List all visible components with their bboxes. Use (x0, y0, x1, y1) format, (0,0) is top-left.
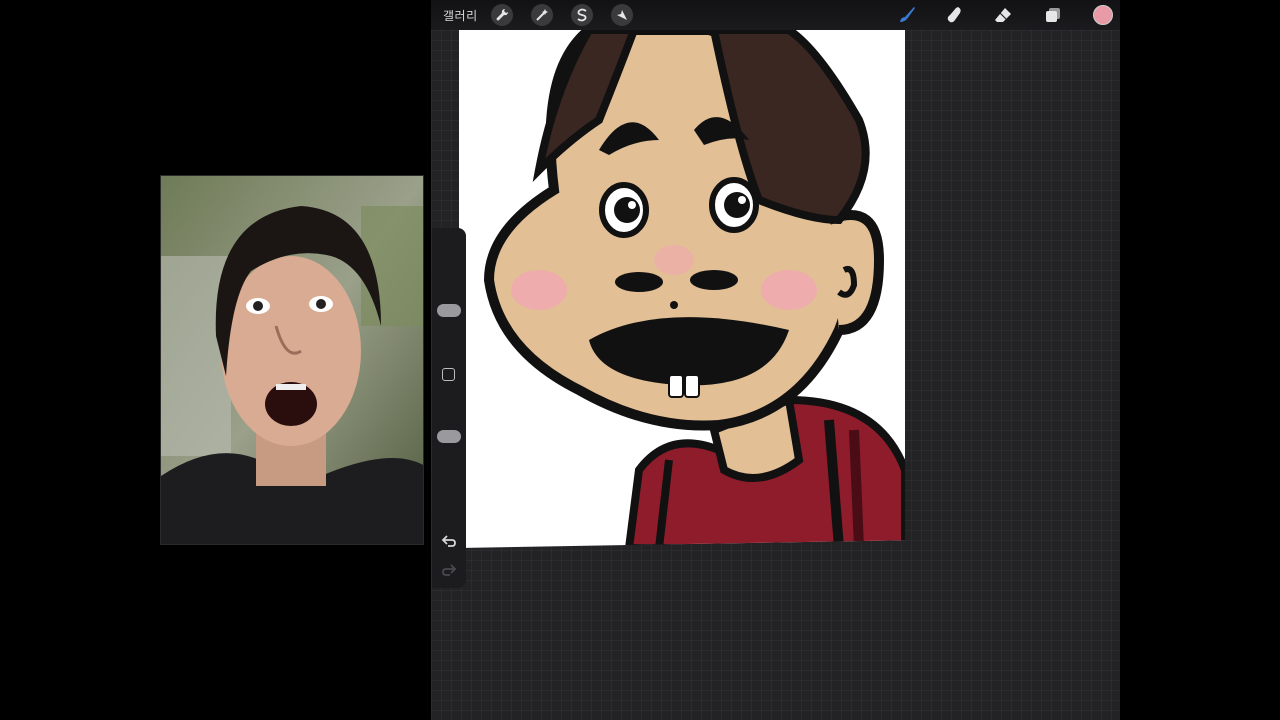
drawing-app: 갤러리 (431, 0, 1120, 720)
brush-size-thumb[interactable] (437, 304, 461, 317)
layers-button[interactable] (1041, 4, 1065, 26)
modify-square-icon[interactable] (442, 368, 455, 381)
actions-button[interactable] (491, 4, 513, 26)
eraser-icon (995, 8, 1011, 22)
redo-button[interactable] (440, 562, 458, 578)
layers-icon (1046, 8, 1060, 22)
brush-icon (900, 7, 915, 22)
brush-button[interactable] (895, 4, 919, 26)
wrench-icon (496, 8, 509, 21)
drawing-canvas[interactable] (459, 30, 905, 548)
top-toolbar: 갤러리 (431, 0, 1120, 30)
adjustments-button[interactable] (531, 4, 553, 26)
opacity-thumb[interactable] (437, 430, 461, 443)
smudge-icon (947, 7, 961, 23)
smudge-button[interactable] (943, 4, 967, 26)
undo-button[interactable] (440, 533, 458, 549)
side-toolbar (432, 228, 466, 588)
selection-button[interactable] (571, 4, 593, 26)
reference-photo (160, 175, 424, 545)
magic-wand-icon (536, 9, 548, 21)
color-picker-button[interactable] (1093, 5, 1113, 25)
caricature-drawing (483, 30, 905, 548)
undo-icon (441, 535, 456, 547)
selection-s-icon (577, 8, 587, 22)
transform-button[interactable] (611, 4, 633, 26)
brush-size-slider[interactable] (437, 234, 461, 344)
gallery-button[interactable]: 갤러리 (443, 7, 478, 24)
eraser-button[interactable] (991, 4, 1015, 26)
opacity-slider[interactable] (437, 400, 461, 510)
redo-icon (442, 564, 457, 576)
arrow-cursor-icon (617, 10, 627, 20)
